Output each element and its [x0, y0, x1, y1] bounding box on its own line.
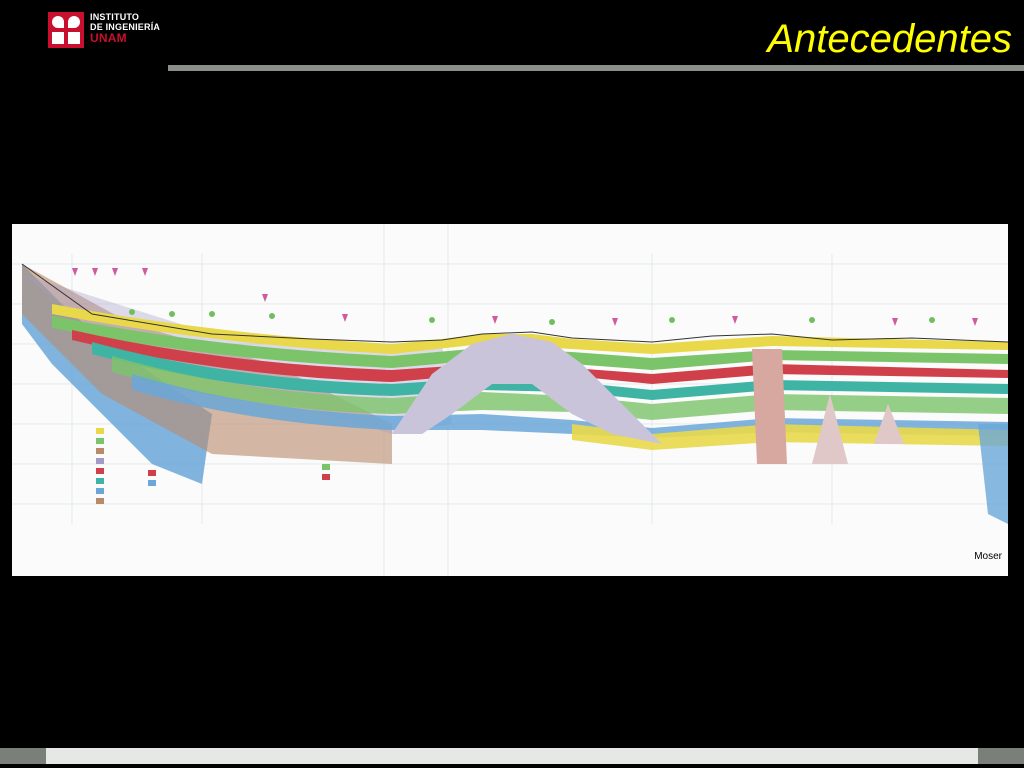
- logo-line-3: UNAM: [90, 31, 127, 45]
- title-divider: [168, 65, 1024, 71]
- footer-bar: [0, 748, 1024, 768]
- cross-section-drawing: [12, 224, 1008, 576]
- logo-text: INSTITUTO DE INGENIERÍA UNAM: [90, 12, 160, 45]
- unam-emblem-icon: [48, 12, 84, 48]
- page-title: Antecedentes: [767, 17, 1012, 61]
- geologic-cross-section: Moser: [12, 224, 1008, 576]
- figure-credit: Moser: [974, 551, 1002, 562]
- logo-line-1: INSTITUTO: [90, 12, 140, 22]
- institute-logo: INSTITUTO DE INGENIERÍA UNAM: [48, 12, 178, 48]
